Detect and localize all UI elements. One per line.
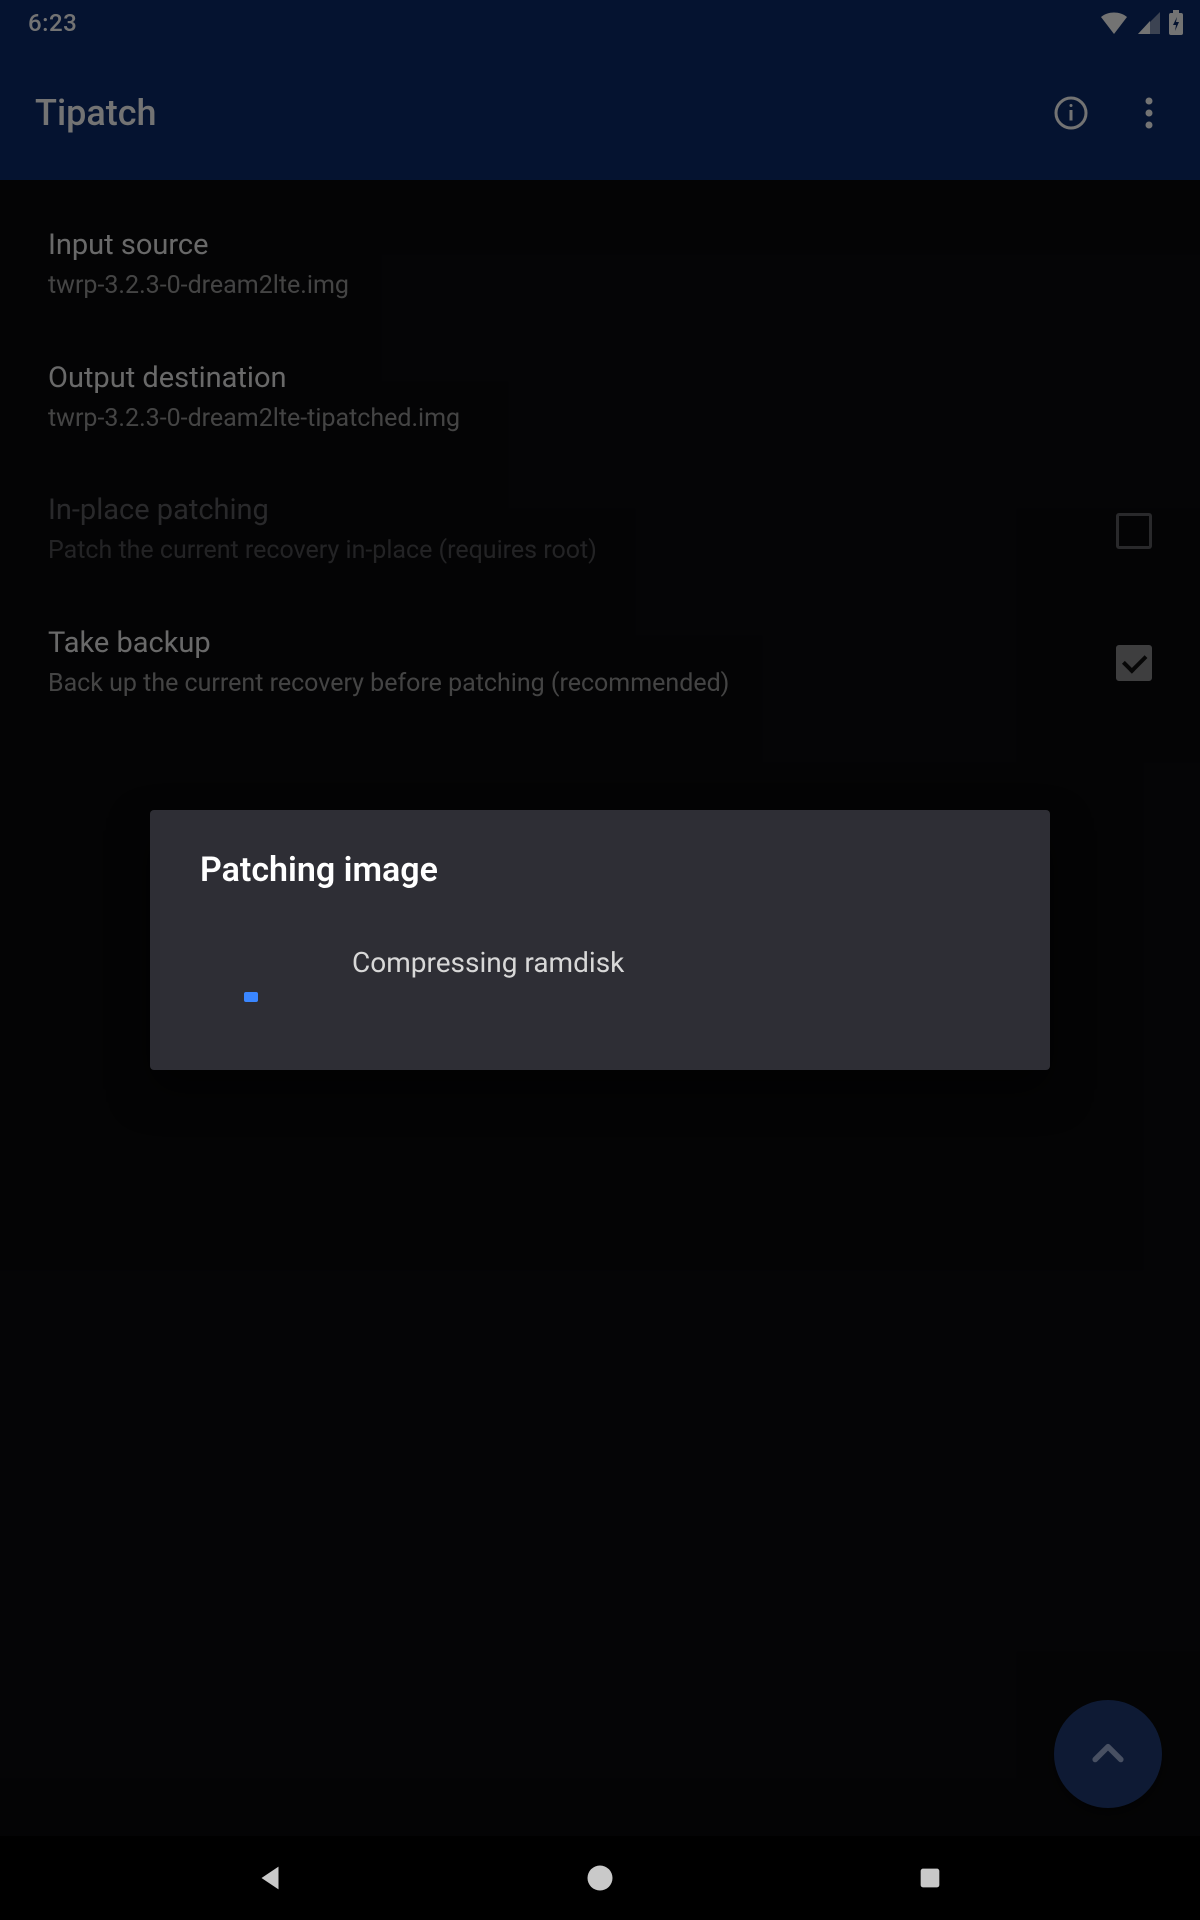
progress-spinner-icon bbox=[244, 950, 296, 1002]
navigation-bar bbox=[0, 1836, 1200, 1920]
dialog-title: Patching image bbox=[200, 850, 1000, 890]
back-icon bbox=[253, 1861, 287, 1895]
dialog-message: Compressing ramdisk bbox=[352, 946, 624, 979]
nav-recent-button[interactable] bbox=[870, 1864, 990, 1892]
recent-icon bbox=[916, 1864, 944, 1892]
nav-home-button[interactable] bbox=[540, 1863, 660, 1893]
progress-dialog: Patching image Compressing ramdisk bbox=[150, 810, 1050, 1070]
nav-back-button[interactable] bbox=[210, 1861, 330, 1895]
modal-scrim: Patching image Compressing ramdisk bbox=[0, 0, 1200, 1836]
home-icon bbox=[585, 1863, 615, 1893]
